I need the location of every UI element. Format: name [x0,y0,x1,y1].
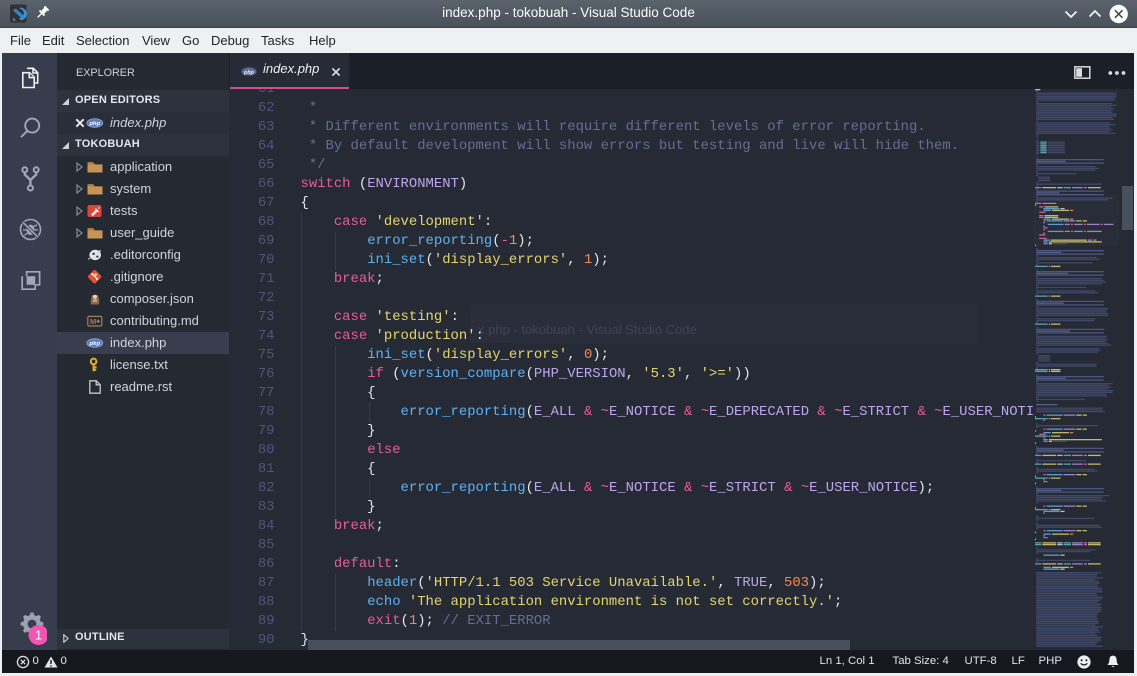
svg-text:php: php [88,121,100,127]
svg-text:M: M [90,317,96,326]
svg-text:1: 1 [35,629,42,643]
svg-text:php: php [88,341,100,347]
svg-text:php: php [243,69,255,75]
